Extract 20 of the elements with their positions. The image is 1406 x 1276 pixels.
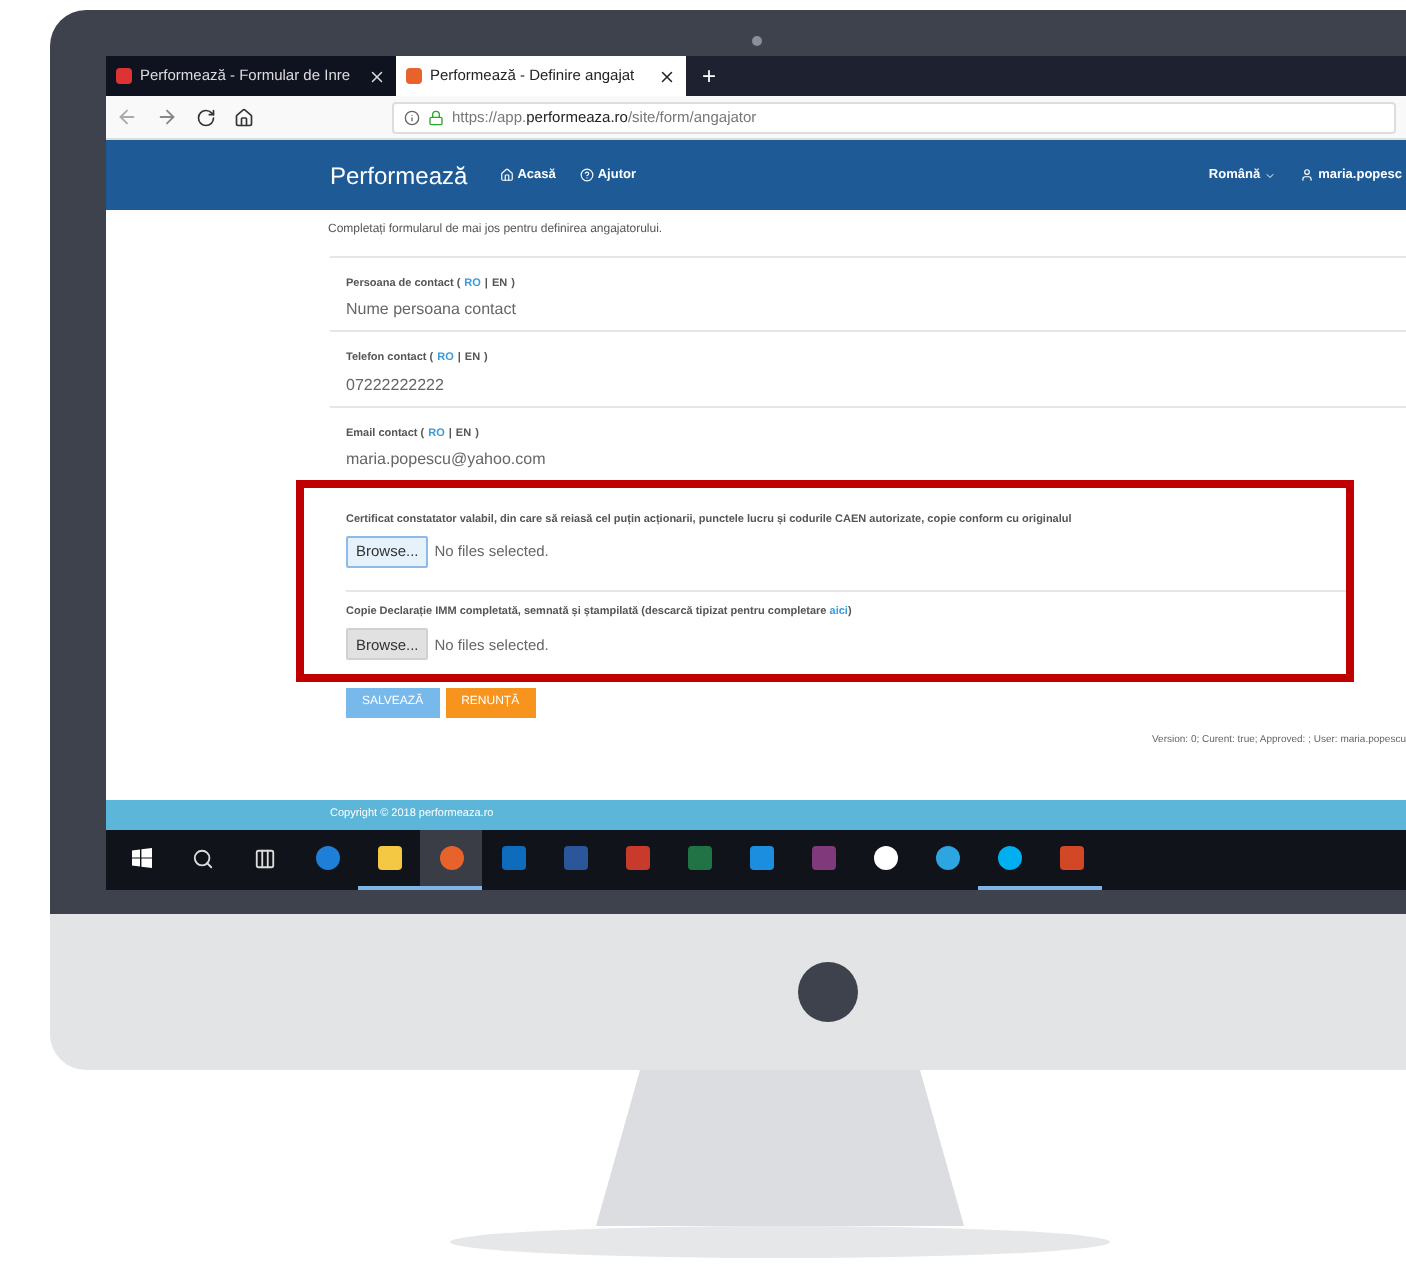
new-tab-button[interactable]: +	[686, 56, 733, 96]
close-icon[interactable]	[658, 67, 676, 85]
text-field[interactable]: Nume persoana contact	[346, 298, 1406, 323]
brand-logo[interactable]: Performează	[330, 157, 468, 193]
forward-icon[interactable]	[156, 106, 178, 128]
windows-start-icon	[131, 848, 151, 868]
user-icon	[1300, 168, 1315, 182]
search-icon	[192, 847, 214, 869]
favicon-icon	[406, 68, 422, 84]
lock-icon	[428, 109, 444, 125]
text-field[interactable]: 07222222222	[346, 373, 1406, 397]
info-icon	[404, 109, 420, 125]
help-icon	[579, 168, 594, 182]
task-view-icon	[254, 847, 276, 869]
text-field[interactable]: maria.popescu@yahoo.com	[346, 447, 1406, 472]
home-icon[interactable]	[234, 107, 254, 127]
favicon-icon	[116, 68, 132, 84]
reload-icon[interactable]	[196, 107, 216, 127]
home-icon	[499, 168, 514, 182]
caret-icon	[1264, 169, 1277, 181]
